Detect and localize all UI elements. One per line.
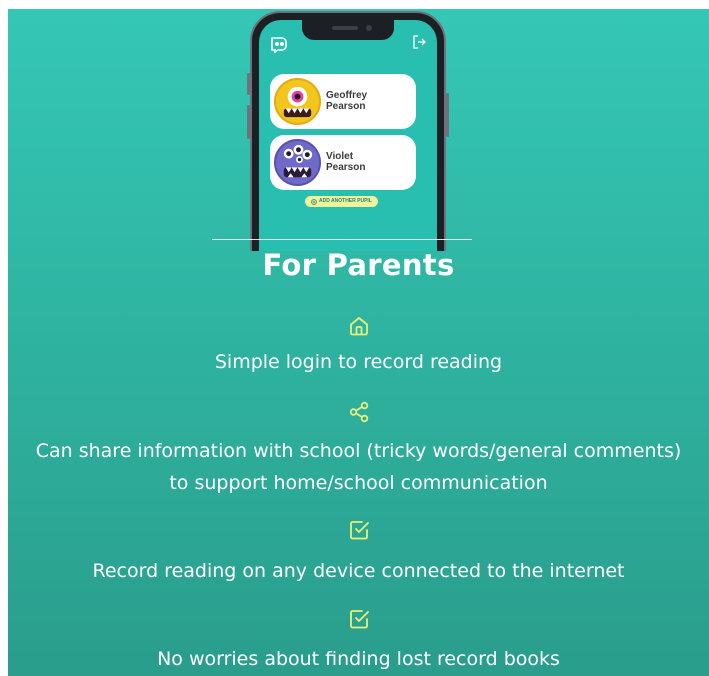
feature-text-lost-books: No worries about finding lost record boo…	[157, 648, 560, 670]
phone-notch	[302, 20, 394, 40]
feature-text-share-line1: Can share information with school (trick…	[35, 440, 682, 462]
pupil-card-geoffrey[interactable]: Geoffrey Pearson	[270, 74, 416, 129]
add-pupil-label: ADD ANOTHER PUPIL	[319, 198, 372, 204]
parents-panel: Geoffrey Pearson Violet Pearson ADD ANOT…	[8, 9, 709, 676]
app-logo-icon[interactable]	[269, 34, 289, 54]
phone-side-button	[247, 73, 250, 95]
yellow-monster-avatar-icon	[274, 78, 321, 125]
feature-text-any-device: Record reading on any device connected t…	[92, 560, 625, 582]
pupil-name: Geoffrey Pearson	[326, 90, 368, 112]
home-icon	[349, 317, 368, 336]
phone-power-button	[446, 93, 449, 137]
checkbox-icon	[349, 521, 369, 540]
pupil-card-violet[interactable]: Violet Pearson	[270, 135, 416, 190]
logout-icon[interactable]	[411, 34, 427, 50]
divider	[212, 239, 472, 240]
purple-monster-avatar-icon	[274, 139, 321, 186]
phone-volume-up	[247, 105, 250, 139]
share-icon	[349, 401, 368, 423]
phone-mockup: Geoffrey Pearson Violet Pearson ADD ANOT…	[247, 11, 449, 251]
feature-text-login: Simple login to record reading	[214, 351, 503, 373]
pupil-name: Violet Pearson	[326, 151, 366, 173]
add-pupil-button[interactable]: ADD ANOTHER PUPIL	[305, 196, 378, 207]
section-title: For Parents	[262, 248, 455, 282]
checkbox-icon	[349, 610, 369, 629]
phone-screen: Geoffrey Pearson Violet Pearson ADD ANOT…	[259, 20, 437, 251]
plus-circle-icon	[311, 198, 317, 205]
feature-text-share-line2: to support home/school communication	[169, 472, 548, 494]
